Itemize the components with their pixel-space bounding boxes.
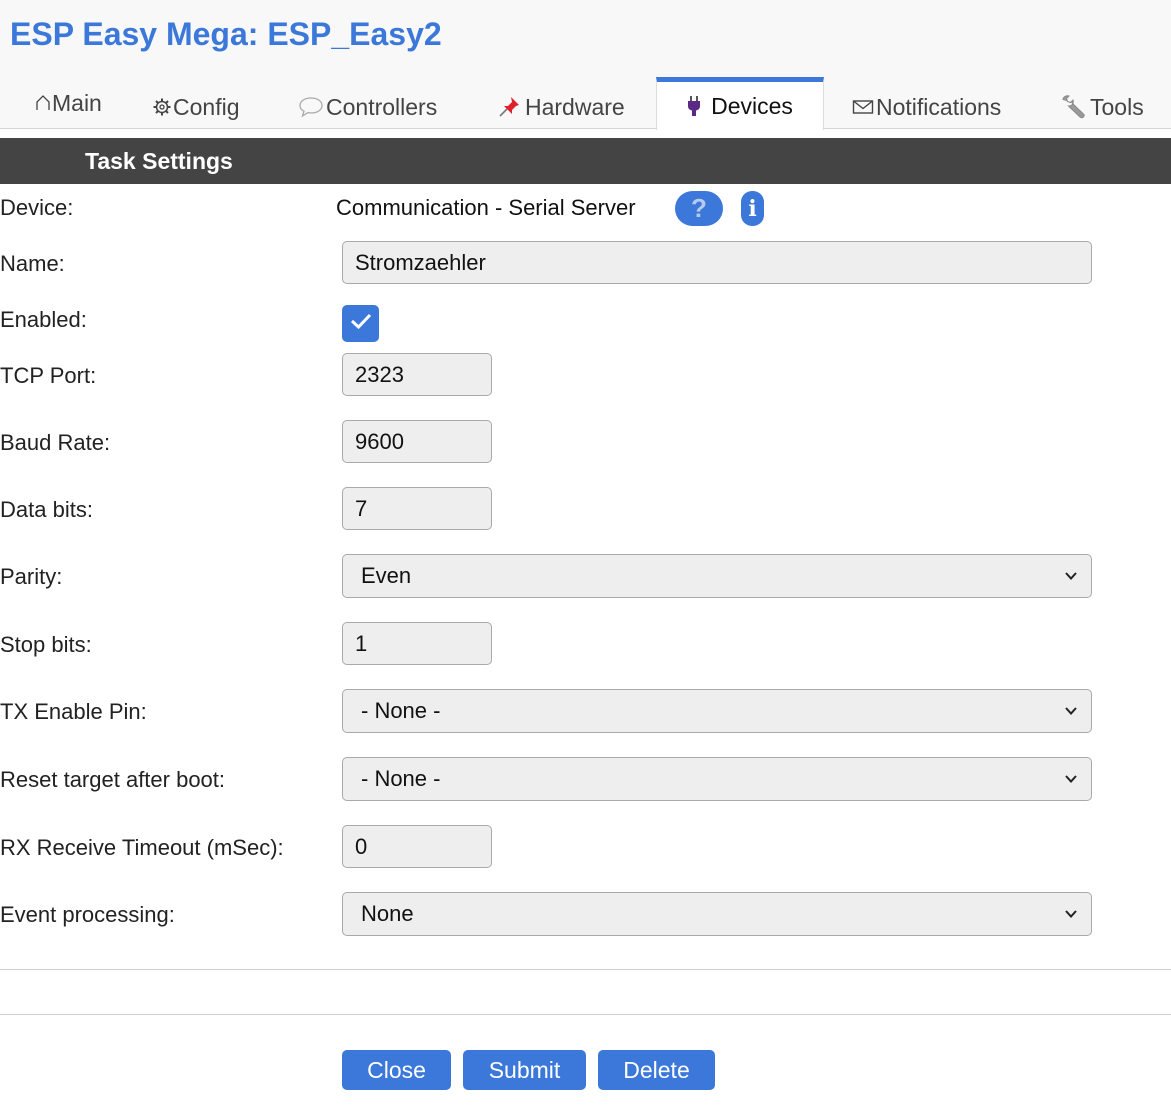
- reset-target-select[interactable]: - None -: [342, 757, 1092, 801]
- enabled-label: Enabled:: [0, 307, 87, 332]
- divider: [0, 969, 1171, 970]
- chevron-down-icon: [1065, 707, 1077, 715]
- event-processing-label: Event processing:: [0, 902, 175, 927]
- speech-bubble-icon: [298, 96, 324, 118]
- chevron-down-icon: [1065, 775, 1077, 783]
- tab-notifications-label: Notifications: [876, 93, 1002, 120]
- enabled-checkbox[interactable]: [342, 305, 379, 342]
- gear-icon: [153, 98, 171, 116]
- tab-tools[interactable]: Tools: [1060, 81, 1144, 133]
- tx-enable-pin-label: TX Enable Pin:: [0, 699, 147, 724]
- name-input[interactable]: Stromzaehler: [342, 241, 1092, 284]
- submit-button[interactable]: Submit: [463, 1050, 586, 1090]
- chevron-down-icon: [1065, 572, 1077, 580]
- parity-select[interactable]: Even: [342, 554, 1092, 598]
- tab-devices[interactable]: Devices: [656, 77, 824, 130]
- tab-main[interactable]: Main: [36, 77, 102, 129]
- tcp-port-input[interactable]: 2323: [342, 353, 492, 396]
- top-header: ESP Easy Mega: ESP_Easy2 Main Config Con…: [0, 0, 1171, 130]
- name-label: Name:: [0, 251, 65, 276]
- device-value: Communication - Serial Server: [336, 195, 636, 220]
- chevron-down-icon: [1065, 910, 1077, 918]
- baud-rate-input[interactable]: 9600: [342, 420, 492, 463]
- rx-timeout-label: RX Receive Timeout (mSec):: [0, 835, 284, 860]
- tab-devices-label: Devices: [711, 92, 793, 119]
- wrench-icon: [1060, 94, 1086, 120]
- info-icon: i: [748, 195, 757, 222]
- pushpin-icon: [497, 95, 523, 119]
- tab-hardware-label: Hardware: [525, 93, 625, 120]
- tx-enable-pin-selected: - None -: [361, 698, 441, 723]
- reset-target-label: Reset target after boot:: [0, 767, 226, 792]
- home-icon: [36, 95, 50, 111]
- close-button[interactable]: Close: [342, 1050, 451, 1090]
- help-button[interactable]: ?: [675, 191, 723, 226]
- rx-timeout-input[interactable]: 0: [342, 825, 492, 868]
- baud-rate-label: Baud Rate:: [0, 430, 111, 455]
- tab-controllers-label: Controllers: [326, 93, 438, 120]
- divider: [0, 1014, 1171, 1015]
- app-title: ESP Easy Mega: ESP_Easy2: [10, 16, 442, 52]
- event-processing-selected: None: [361, 901, 414, 926]
- envelope-icon: [852, 99, 874, 115]
- stop-bits-label: Stop bits:: [0, 632, 92, 657]
- tab-config-label: Config: [173, 93, 240, 120]
- tx-enable-pin-select[interactable]: - None -: [342, 689, 1092, 733]
- stop-bits-input[interactable]: 1: [342, 622, 492, 665]
- event-processing-select[interactable]: None: [342, 892, 1092, 936]
- tab-notifications[interactable]: Notifications: [852, 81, 1001, 133]
- tab-config[interactable]: Config: [153, 81, 239, 133]
- parity-selected: Even: [361, 563, 412, 588]
- tab-main-label: Main: [52, 89, 102, 116]
- info-button[interactable]: i: [741, 191, 764, 226]
- tab-controllers[interactable]: Controllers: [298, 81, 437, 133]
- reset-target-selected: - None -: [361, 766, 441, 791]
- plug-icon: [687, 94, 701, 118]
- tab-tools-label: Tools: [1090, 93, 1144, 120]
- data-bits-input[interactable]: 7: [342, 487, 492, 530]
- tab-hardware[interactable]: Hardware: [497, 81, 625, 133]
- data-bits-label: Data bits:: [0, 497, 93, 522]
- device-label: Device:: [0, 195, 74, 220]
- parity-label: Parity:: [0, 564, 63, 589]
- checkmark-icon: [349, 311, 373, 336]
- tcp-port-label: TCP Port:: [0, 363, 97, 388]
- delete-button[interactable]: Delete: [598, 1050, 715, 1090]
- section-header: Task Settings: [0, 138, 1171, 184]
- question-icon: ?: [691, 193, 707, 223]
